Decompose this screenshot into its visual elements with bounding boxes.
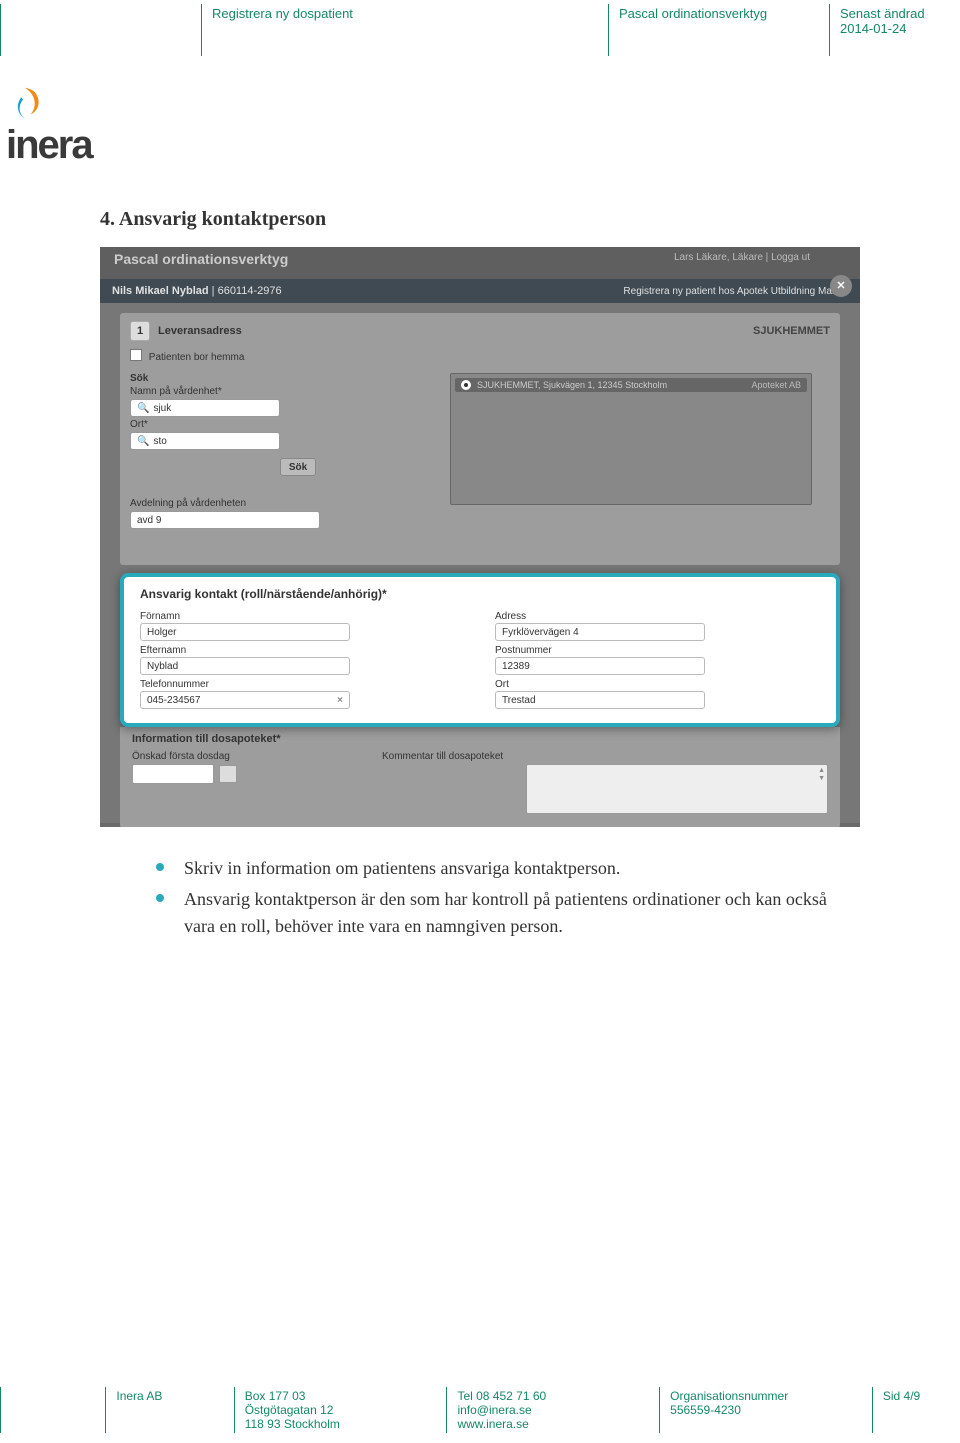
search-button[interactable]: Sök xyxy=(280,458,316,476)
content: 4. Ansvarig kontaktperson Pascal ordinat… xyxy=(0,168,960,940)
tel-input[interactable]: 045-234567 × xyxy=(140,691,350,709)
footer-contact: Tel 08 452 71 60 info@inera.se www.inera… xyxy=(446,1387,659,1433)
mail: info@inera.se xyxy=(457,1403,649,1417)
org-label: Organisationsnummer xyxy=(670,1389,862,1403)
app-title: Pascal ordinationsverktyg xyxy=(114,251,288,267)
step1-num: 1 xyxy=(130,321,150,341)
contact-panel: Ansvarig kontakt (roll/närstående/anhöri… xyxy=(120,573,840,727)
app-top: Pascal ordinationsverktyg Lars Läkare, L… xyxy=(100,247,860,279)
contact-col-left: Förnamn Holger Efternamn Nyblad Telefonn… xyxy=(140,607,465,709)
search-icon: 🔍 xyxy=(137,436,149,447)
post-value: 12389 xyxy=(502,661,530,672)
contact-grid: Förnamn Holger Efternamn Nyblad Telefonn… xyxy=(140,607,820,709)
patient-name: Nils Mikael Nyblad xyxy=(112,285,209,297)
doc-footer: Inera AB Box 177 03 Östgötagatan 12 118 … xyxy=(0,1387,960,1433)
kommentar-input[interactable] xyxy=(526,764,828,814)
header-center: Pascal ordinationsverktyg xyxy=(608,4,829,56)
user-name: Lars Läkare, Läkare xyxy=(674,252,763,263)
web: www.inera.se xyxy=(457,1417,649,1431)
cort-value: Trestad xyxy=(502,695,536,706)
tel-label: Telefonnummer xyxy=(140,679,465,690)
app-body: 1 Leveransadress SJUKHEMMET Patienten bo… xyxy=(100,303,860,823)
bullet-item: Ansvarig kontaktperson är den som har ko… xyxy=(178,886,850,940)
step1-right: SJUKHEMMET xyxy=(753,325,830,337)
contact-title: Ansvarig kontakt (roll/närstående/anhöri… xyxy=(140,587,820,601)
addr3: 118 93 Stockholm xyxy=(245,1417,437,1431)
header-spacer xyxy=(0,4,201,56)
adr-input[interactable]: Fyrklövervägen 4 xyxy=(495,623,705,641)
fnamn-value: Holger xyxy=(147,627,176,638)
page: Registrera ny dospatient Pascal ordinati… xyxy=(0,0,960,1443)
logout-link[interactable]: Logga ut xyxy=(771,252,810,263)
bullet-list: Skriv in information om patientens ansva… xyxy=(138,855,850,940)
patient-id: 660114-2976 xyxy=(218,285,282,297)
bullet-item: Skriv in information om patientens ansva… xyxy=(178,855,850,882)
fnamn-label: Förnamn xyxy=(140,611,465,622)
home-checkbox-row: Patienten bor hemma xyxy=(130,349,830,363)
ort-value: sto xyxy=(153,436,166,447)
footer-company: Inera AB xyxy=(105,1387,233,1433)
tel-value: 045-234567 xyxy=(147,695,200,706)
tel: Tel 08 452 71 60 xyxy=(457,1389,649,1403)
adr-label: Adress xyxy=(495,611,820,622)
app-screenshot: Pascal ordinationsverktyg Lars Läkare, L… xyxy=(100,247,860,827)
patient-bar: Nils Mikael Nyblad | 660114-2976 Registr… xyxy=(100,279,860,303)
footer-org: Organisationsnummer 556559-4230 xyxy=(659,1387,872,1433)
step1-panel: 1 Leveransadress SJUKHEMMET Patienten bo… xyxy=(120,313,840,565)
avd-input[interactable]: avd 9 xyxy=(130,511,320,529)
footer-address: Box 177 03 Östgötagatan 12 118 93 Stockh… xyxy=(234,1387,447,1433)
kommentar-label: Kommentar till dosapoteket xyxy=(382,751,828,762)
section-title: 4. Ansvarig kontaktperson xyxy=(100,208,860,231)
addr2: Östgötagatan 12 xyxy=(245,1403,437,1417)
home-label: Patienten bor hemma xyxy=(149,352,245,363)
step1-label: Leveransadress xyxy=(158,325,242,337)
adr-value: Fyrklövervägen 4 xyxy=(502,627,579,638)
radio-selected-icon[interactable] xyxy=(461,380,471,390)
info-title: Information till dosapoteket* xyxy=(132,733,828,745)
enamn-input[interactable]: Nyblad xyxy=(140,657,350,675)
register-at: Registrera ny patient hos Apotek Utbildn… xyxy=(623,286,848,297)
home-checkbox[interactable] xyxy=(130,349,142,361)
header-right-label: Senast ändrad xyxy=(840,6,950,21)
footer-spacer xyxy=(0,1387,105,1433)
post-label: Postnummer xyxy=(495,645,820,656)
result-apotek: Apoteket AB xyxy=(751,380,801,390)
logo: inera xyxy=(6,86,960,168)
name-input[interactable]: 🔍 sjuk xyxy=(130,399,280,417)
enamn-label: Efternamn xyxy=(140,645,465,656)
dosdag-input[interactable] xyxy=(132,764,214,784)
cort-label: Ort xyxy=(495,679,820,690)
clear-icon[interactable]: × xyxy=(337,695,343,706)
contact-col-right: Adress Fyrklövervägen 4 Postnummer 12389… xyxy=(495,607,820,709)
fnamn-input[interactable]: Holger xyxy=(140,623,350,641)
logo-text: inera xyxy=(6,123,960,168)
app-user: Lars Läkare, Läkare | Logga ut xyxy=(674,252,810,263)
header-left: Registrera ny dospatient xyxy=(201,4,608,56)
avd-value: avd 9 xyxy=(137,515,161,526)
info-panel: Information till dosapoteket* Önskad för… xyxy=(120,727,840,827)
header-right-date: 2014-01-24 xyxy=(840,21,950,36)
post-input[interactable]: 12389 xyxy=(495,657,705,675)
cort-input[interactable]: Trestad xyxy=(495,691,705,709)
calendar-icon[interactable]: 7 xyxy=(219,765,237,783)
org-number: 556559-4230 xyxy=(670,1403,862,1417)
addr1: Box 177 03 xyxy=(245,1389,437,1403)
doc-header: Registrera ny dospatient Pascal ordinati… xyxy=(0,0,960,56)
header-right: Senast ändrad 2014-01-24 xyxy=(829,4,960,56)
enamn-value: Nyblad xyxy=(147,661,178,672)
result-list: SJUKHEMMET, Sjukvägen 1, 12345 Stockholm… xyxy=(450,373,812,505)
dosdag-label: Önskad första dosdag xyxy=(132,751,382,762)
close-button[interactable]: ✕ xyxy=(830,275,852,297)
logo-flame-icon xyxy=(6,86,44,124)
ort-input[interactable]: 🔍 sto xyxy=(130,432,280,450)
search-icon: 🔍 xyxy=(137,403,149,414)
name-value: sjuk xyxy=(153,403,171,414)
result-row[interactable]: SJUKHEMMET, Sjukvägen 1, 12345 Stockholm… xyxy=(455,378,807,392)
result-name: SJUKHEMMET, Sjukvägen 1, 12345 Stockholm xyxy=(477,380,667,390)
step1-header[interactable]: 1 Leveransadress SJUKHEMMET xyxy=(130,321,830,341)
footer-page: Sid 4/9 xyxy=(872,1387,960,1433)
